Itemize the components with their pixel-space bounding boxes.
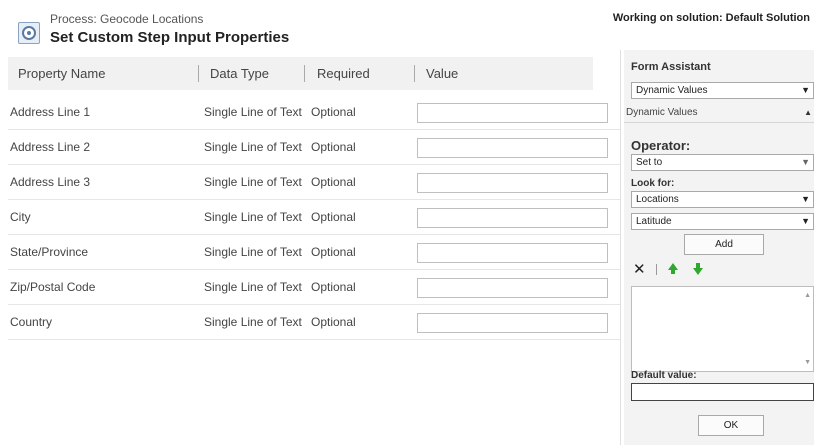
panel-divider <box>620 50 621 445</box>
column-separator <box>414 65 415 82</box>
value-input[interactable] <box>417 313 608 333</box>
table-row: State/Province Single Line of Text Optio… <box>8 235 620 270</box>
properties-grid: Property Name Data Type Required Value A… <box>8 57 620 445</box>
form-assistant-title: Form Assistant <box>631 61 711 73</box>
property-name-cell: Country <box>10 315 53 329</box>
column-header-value[interactable]: Value <box>426 57 458 90</box>
chevron-down-icon: ▼ <box>801 157 810 167</box>
table-row: Address Line 1 Single Line of Text Optio… <box>8 95 620 130</box>
operator-select[interactable]: Set to ▼ <box>631 154 814 171</box>
required-cell: Optional <box>311 140 356 154</box>
scroll-up-icon[interactable]: ▲ <box>804 292 811 299</box>
property-name-cell: Address Line 3 <box>10 175 91 189</box>
look-for-label: Look for: <box>631 178 675 189</box>
chevron-down-icon: ▼ <box>801 216 810 226</box>
look-for-field-value: Latitude <box>636 216 672 227</box>
process-name: Process: Geocode Locations <box>50 12 204 26</box>
required-cell: Optional <box>311 105 356 119</box>
scroll-down-icon[interactable]: ▼ <box>804 359 811 366</box>
dynamic-values-section-header[interactable]: Dynamic Values ▲ <box>624 103 814 123</box>
table-row: Country Single Line of Text Optional <box>8 305 620 340</box>
data-type-cell: Single Line of Text <box>204 280 302 294</box>
remove-icon[interactable]: ✕ <box>633 260 646 278</box>
default-value-input[interactable] <box>631 383 814 401</box>
data-type-cell: Single Line of Text <box>204 175 302 189</box>
solution-label: Working on solution: Default Solution <box>612 12 810 24</box>
ok-button[interactable]: OK <box>698 415 764 436</box>
column-header-data-type[interactable]: Data Type <box>210 57 269 90</box>
property-name-cell: Address Line 2 <box>10 140 91 154</box>
table-row: Zip/Postal Code Single Line of Text Opti… <box>8 270 620 305</box>
assistant-mode-value: Dynamic Values <box>636 85 708 96</box>
property-name-cell: Address Line 1 <box>10 105 91 119</box>
property-name-cell: City <box>10 210 31 224</box>
data-type-cell: Single Line of Text <box>204 245 302 259</box>
operator-value: Set to <box>636 157 663 168</box>
toolbar-separator <box>656 264 657 275</box>
table-row: Address Line 3 Single Line of Text Optio… <box>8 165 620 200</box>
assistant-mode-select[interactable]: Dynamic Values ▼ <box>631 82 814 99</box>
section-label: Dynamic Values <box>626 107 698 118</box>
form-assistant-panel: Form Assistant Dynamic Values ▼ Dynamic … <box>624 50 814 445</box>
column-header-required[interactable]: Required <box>317 57 370 90</box>
value-input[interactable] <box>417 138 608 158</box>
property-name-cell: State/Province <box>10 245 89 259</box>
operator-label: Operator: <box>631 138 691 153</box>
column-separator <box>198 65 199 82</box>
column-separator <box>304 65 305 82</box>
data-type-cell: Single Line of Text <box>204 105 302 119</box>
required-cell: Optional <box>311 280 356 294</box>
process-icon <box>18 22 40 44</box>
collapse-icon[interactable]: ▲ <box>804 103 812 123</box>
data-type-cell: Single Line of Text <box>204 210 302 224</box>
column-header-property-name[interactable]: Property Name <box>18 57 105 90</box>
move-up-icon[interactable] <box>668 263 678 274</box>
look-for-entity-select[interactable]: Locations ▼ <box>631 191 814 208</box>
look-for-field-select[interactable]: Latitude ▼ <box>631 213 814 230</box>
grid-header: Property Name Data Type Required Value <box>8 57 593 90</box>
property-name-cell: Zip/Postal Code <box>10 280 96 294</box>
page-header: Process: Geocode Locations Set Custom St… <box>0 0 814 50</box>
required-cell: Optional <box>311 245 356 259</box>
value-input[interactable] <box>417 278 608 298</box>
value-input[interactable] <box>417 103 608 123</box>
required-cell: Optional <box>311 315 356 329</box>
default-value-label: Default value: <box>631 370 697 381</box>
data-type-cell: Single Line of Text <box>204 315 302 329</box>
table-row: Address Line 2 Single Line of Text Optio… <box>8 130 620 165</box>
required-cell: Optional <box>311 210 356 224</box>
table-row: City Single Line of Text Optional <box>8 200 620 235</box>
value-input[interactable] <box>417 243 608 263</box>
required-cell: Optional <box>311 175 356 189</box>
add-button[interactable]: Add <box>684 234 764 255</box>
chevron-down-icon: ▼ <box>801 85 810 95</box>
value-input[interactable] <box>417 208 608 228</box>
dynamic-values-list[interactable]: ▲ ▼ <box>631 286 814 372</box>
page-title: Set Custom Step Input Properties <box>50 29 290 46</box>
value-input[interactable] <box>417 173 608 193</box>
look-for-entity-value: Locations <box>636 194 679 205</box>
chevron-down-icon: ▼ <box>801 194 810 204</box>
data-type-cell: Single Line of Text <box>204 140 302 154</box>
